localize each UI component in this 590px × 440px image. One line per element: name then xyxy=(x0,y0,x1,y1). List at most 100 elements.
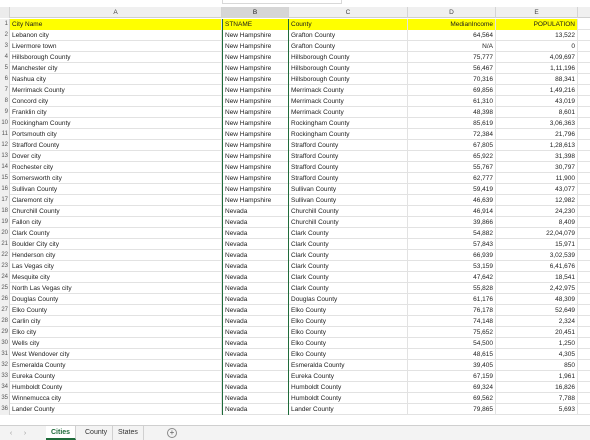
chevron-right-icon[interactable]: › xyxy=(20,428,30,439)
cell-income[interactable]: 75,652 xyxy=(408,327,496,338)
cell-population[interactable]: 24,230 xyxy=(496,206,578,217)
cell-county[interactable]: Elko County xyxy=(289,349,408,360)
cell-state[interactable]: New Hampshire xyxy=(222,30,289,41)
cell-state[interactable]: Nevada xyxy=(222,294,289,305)
cell-city[interactable]: Nashua city xyxy=(10,74,222,85)
cell-state[interactable]: Nevada xyxy=(222,349,289,360)
row-number[interactable]: 22 xyxy=(0,250,10,261)
cell-income[interactable]: 56,467 xyxy=(408,63,496,74)
cell-county[interactable]: Churchill County xyxy=(289,206,408,217)
cell-city[interactable]: North Las Vegas city xyxy=(10,283,222,294)
cell-county[interactable]: Strafford County xyxy=(289,151,408,162)
cell-population[interactable]: 6,41,676 xyxy=(496,261,578,272)
cell-income[interactable]: N/A xyxy=(408,41,496,52)
cell-county[interactable]: Clark County xyxy=(289,239,408,250)
cell-county[interactable]: Esmeralda County xyxy=(289,360,408,371)
cell-income[interactable]: 85,619 xyxy=(408,118,496,129)
cell-county[interactable]: Clark County xyxy=(289,283,408,294)
cell-income[interactable]: 46,639 xyxy=(408,195,496,206)
row-number[interactable]: 28 xyxy=(0,316,10,327)
cell-city[interactable]: Portsmouth city xyxy=(10,129,222,140)
cell-income[interactable]: 72,384 xyxy=(408,129,496,140)
cell-city[interactable]: Boulder City city xyxy=(10,239,222,250)
cell-income[interactable]: 54,882 xyxy=(408,228,496,239)
cell-county[interactable]: Lander County xyxy=(289,404,408,415)
cell-state[interactable]: Nevada xyxy=(222,228,289,239)
row-number[interactable]: 9 xyxy=(0,107,10,118)
row-number[interactable]: 12 xyxy=(0,140,10,151)
row-number[interactable]: 34 xyxy=(0,382,10,393)
cell-state[interactable]: New Hampshire xyxy=(222,184,289,195)
cell-city[interactable]: Henderson city xyxy=(10,250,222,261)
cell-city[interactable]: Somersworth city xyxy=(10,173,222,184)
cell-county[interactable]: Hillsborough County xyxy=(289,52,408,63)
column-header-b[interactable]: B xyxy=(222,7,289,18)
cell-population[interactable]: 850 xyxy=(496,360,578,371)
cell-state[interactable]: New Hampshire xyxy=(222,118,289,129)
cell-city[interactable]: Churchill County xyxy=(10,206,222,217)
cell-state[interactable]: Nevada xyxy=(222,250,289,261)
cell-income-header[interactable]: MedianIncome xyxy=(408,19,496,30)
cell-population[interactable]: 1,250 xyxy=(496,338,578,349)
cell-population[interactable]: 5,693 xyxy=(496,404,578,415)
cell-county[interactable]: Clark County xyxy=(289,261,408,272)
cell-county[interactable]: Sullivan County xyxy=(289,184,408,195)
cell-city[interactable]: Merrimack County xyxy=(10,85,222,96)
row-number[interactable]: 16 xyxy=(0,184,10,195)
row-number[interactable]: 29 xyxy=(0,327,10,338)
cell-income[interactable]: 47,642 xyxy=(408,272,496,283)
cell-state[interactable]: Nevada xyxy=(222,316,289,327)
cell-income[interactable]: 64,564 xyxy=(408,30,496,41)
cell-state[interactable]: New Hampshire xyxy=(222,63,289,74)
cell-county[interactable]: Merrimack County xyxy=(289,96,408,107)
cell-city[interactable]: Dover city xyxy=(10,151,222,162)
cell-state[interactable]: Nevada xyxy=(222,305,289,316)
cell-county[interactable]: Elko County xyxy=(289,305,408,316)
cell-county[interactable]: Rockingham County xyxy=(289,118,408,129)
cell-county[interactable]: Churchill County xyxy=(289,217,408,228)
cell-population[interactable]: 43,019 xyxy=(496,96,578,107)
cell-city[interactable]: Concord city xyxy=(10,96,222,107)
cell-population[interactable]: 31,398 xyxy=(496,151,578,162)
cell-city[interactable]: Las Vegas city xyxy=(10,261,222,272)
cell-city[interactable]: Clark County xyxy=(10,228,222,239)
row-number[interactable]: 26 xyxy=(0,294,10,305)
cell-state[interactable]: New Hampshire xyxy=(222,173,289,184)
cell-city[interactable]: Esmeralda County xyxy=(10,360,222,371)
cell-state[interactable]: Nevada xyxy=(222,404,289,415)
cell-county[interactable]: Clark County xyxy=(289,228,408,239)
row-number[interactable]: 11 xyxy=(0,129,10,140)
cell-population[interactable]: 52,649 xyxy=(496,305,578,316)
tab-county[interactable]: County xyxy=(80,426,114,440)
cell-population[interactable]: 11,900 xyxy=(496,173,578,184)
cell-population[interactable]: 43,077 xyxy=(496,184,578,195)
cell-income[interactable]: 74,148 xyxy=(408,316,496,327)
cell-income[interactable]: 54,500 xyxy=(408,338,496,349)
cell-city[interactable]: Humboldt County xyxy=(10,382,222,393)
cell-city[interactable]: Fallon city xyxy=(10,217,222,228)
cell-county[interactable]: Douglas County xyxy=(289,294,408,305)
cell-county[interactable]: Hillsborough County xyxy=(289,63,408,74)
cell-county[interactable]: Strafford County xyxy=(289,140,408,151)
cell-city[interactable]: Lebanon city xyxy=(10,30,222,41)
chevron-left-icon[interactable]: ‹ xyxy=(6,428,16,439)
cell-income[interactable]: 69,856 xyxy=(408,85,496,96)
cell-income[interactable]: 61,310 xyxy=(408,96,496,107)
row-number[interactable]: 19 xyxy=(0,217,10,228)
row-number[interactable]: 18 xyxy=(0,206,10,217)
select-all-corner[interactable] xyxy=(0,7,10,18)
cell-state[interactable]: Nevada xyxy=(222,206,289,217)
cell-population[interactable]: 16,826 xyxy=(496,382,578,393)
cell-city-header[interactable]: City Name xyxy=(10,19,222,30)
cell-state[interactable]: Nevada xyxy=(222,338,289,349)
column-header-a[interactable]: A xyxy=(10,7,222,18)
cell-population[interactable]: 4,09,697 xyxy=(496,52,578,63)
cell-population[interactable]: 1,961 xyxy=(496,371,578,382)
cell-county[interactable]: Sullivan County xyxy=(289,195,408,206)
cell-city[interactable]: Strafford County xyxy=(10,140,222,151)
row-number[interactable]: 24 xyxy=(0,272,10,283)
cell-population[interactable]: 48,309 xyxy=(496,294,578,305)
cell-state[interactable]: Nevada xyxy=(222,327,289,338)
row-number[interactable]: 31 xyxy=(0,349,10,360)
cell-income[interactable]: 57,843 xyxy=(408,239,496,250)
